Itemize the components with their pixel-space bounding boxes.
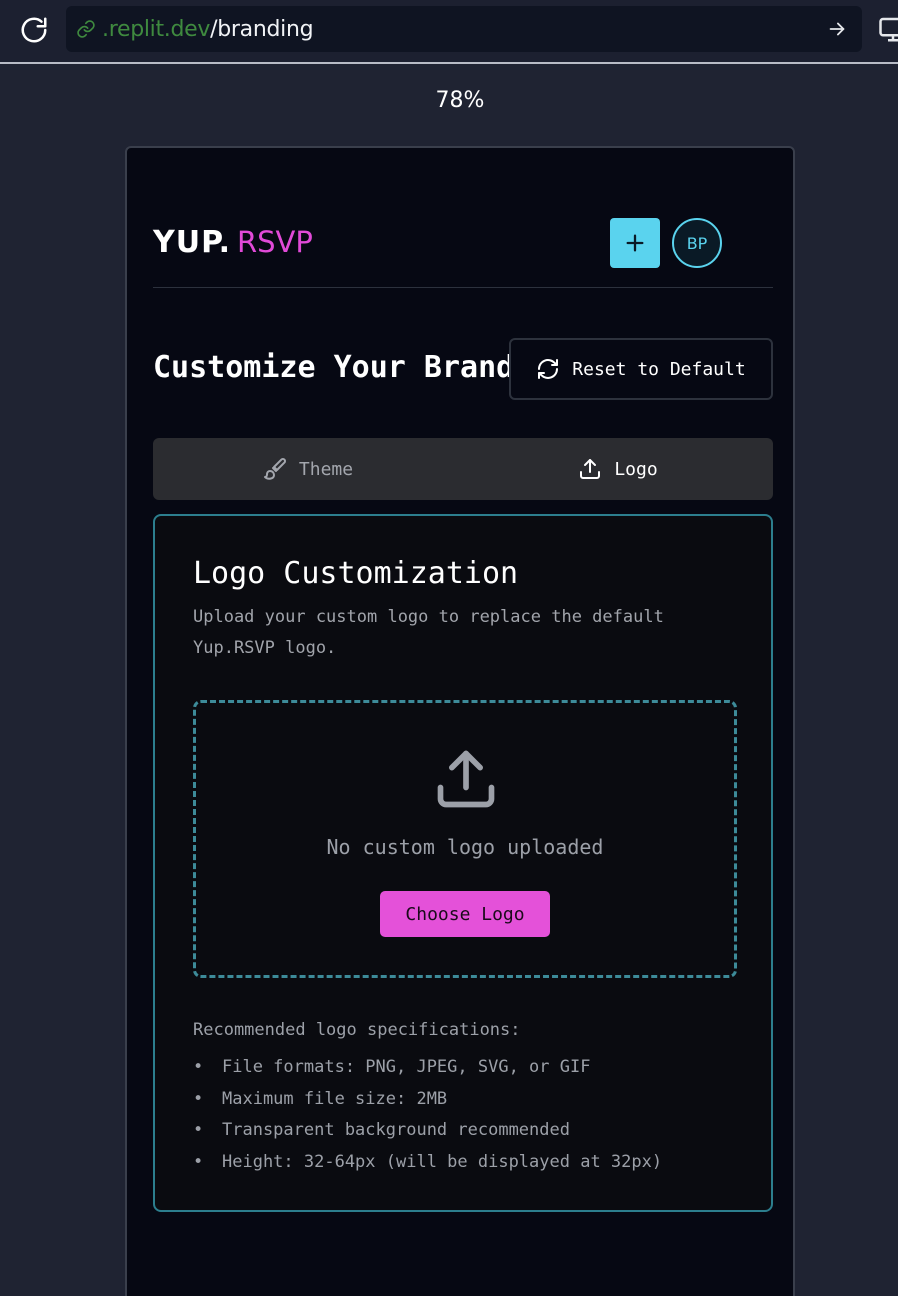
tab-theme-label: Theme (298, 458, 354, 480)
monitor-icon[interactable] (878, 14, 898, 44)
device-frame: YUP. RSVP BP Customize Your Brand Reset … (125, 146, 795, 1296)
upload-icon (580, 459, 601, 479)
paintbrush-icon (263, 458, 286, 480)
tab-logo-label: Logo (614, 458, 658, 480)
page-title: Customize Your Brand (153, 350, 515, 385)
arrow-right-icon[interactable] (826, 18, 848, 40)
avatar[interactable]: BP (672, 218, 722, 268)
choose-logo-button[interactable]: Choose Logo (380, 891, 550, 937)
upload-icon (432, 745, 500, 813)
logo-customization-card: Logo Customization Upload your custom lo… (153, 514, 773, 1212)
add-button[interactable] (610, 218, 660, 268)
logo-accent: RSVP (236, 225, 313, 259)
list-item: • Maximum file size: 2MB (193, 1088, 448, 1109)
logo-main: YUP. (153, 224, 231, 260)
browser-toolbar: .replit.dev/branding (0, 0, 898, 64)
card-description: Upload your custom logo to replace the d… (193, 607, 664, 658)
spec-title: Recommended logo specifications: (193, 1020, 521, 1040)
reset-to-default-button[interactable]: Reset to Default (509, 338, 773, 400)
plus-icon (626, 234, 644, 252)
address-bar[interactable]: .replit.dev/branding (66, 6, 862, 52)
app-header (153, 148, 773, 288)
list-item: • Height: 32-64px (will be displayed at 3… (193, 1151, 663, 1172)
url-path: /branding (210, 16, 314, 42)
tab-theme[interactable]: Theme (153, 438, 463, 500)
list-item: • Transparent background recommended (193, 1120, 570, 1140)
link-icon (76, 18, 98, 40)
url-text: .replit.dev/branding (102, 16, 314, 42)
url-domain: .replit.dev (102, 16, 211, 42)
tab-logo[interactable]: Logo (463, 438, 773, 500)
list-item: • File formats: PNG, JPEG, SVG, or GIF (193, 1057, 591, 1077)
empty-logo-text: No custom logo uploaded (326, 835, 604, 859)
card-title: Logo Customization (193, 556, 519, 591)
spec-list: • File formats: PNG, JPEG, SVG, or GIF • M… (193, 1052, 662, 1178)
refresh-icon (538, 359, 559, 379)
logo-dropzone[interactable]: No custom logo uploaded Choose Logo (193, 700, 737, 978)
reset-label: Reset to Default (572, 358, 746, 380)
tab-list: Theme Logo (153, 438, 773, 500)
reload-icon[interactable] (18, 14, 50, 46)
app-logo[interactable]: YUP. RSVP (153, 224, 313, 260)
zoom-level: 78% (435, 88, 485, 113)
